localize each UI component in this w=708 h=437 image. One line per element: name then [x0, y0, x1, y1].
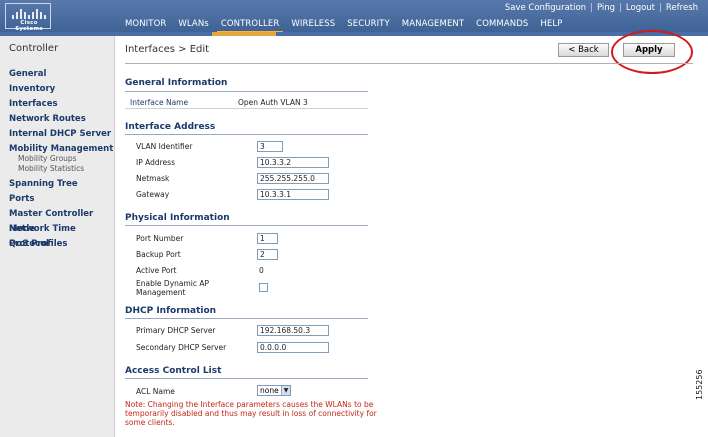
- save-configuration-link[interactable]: Save Configuration: [505, 3, 586, 13]
- nav-wlans[interactable]: WLANs: [178, 19, 208, 29]
- sidebar-subitem-mobility-groups[interactable]: Mobility Groups: [9, 154, 114, 164]
- nav-help[interactable]: HELP: [540, 19, 562, 29]
- sidebar-item-internal-dhcp-server[interactable]: Internal DHCP Server: [9, 127, 114, 142]
- divider: |: [590, 3, 593, 13]
- ip-address-field[interactable]: 10.3.3.2: [257, 157, 329, 168]
- acl-name-label: ACL Name: [136, 387, 175, 396]
- section-divider: [125, 378, 368, 379]
- nav-controller[interactable]: CONTROLLER: [216, 19, 283, 33]
- nav-monitor[interactable]: MONITOR: [125, 19, 166, 29]
- gateway-field[interactable]: 10.3.3.1: [257, 189, 329, 200]
- dynamic-ap-label-line2: Management: [136, 288, 186, 297]
- apply-highlight-circle: [611, 30, 693, 74]
- sidebar-item-inventory[interactable]: Inventory: [9, 82, 114, 97]
- section-divider: [125, 91, 368, 92]
- interface-name-label: Interface Name: [130, 98, 189, 107]
- back-button[interactable]: < Back: [558, 43, 609, 57]
- cisco-logo: Cisco Systems: [5, 3, 51, 32]
- acl-name-select[interactable]: none ▼: [257, 385, 291, 396]
- sidebar-item-interfaces[interactable]: Interfaces: [9, 97, 114, 112]
- netmask-label: Netmask: [136, 174, 170, 183]
- ip-address-label: IP Address: [136, 158, 175, 167]
- primary-dhcp-field[interactable]: 192.168.50.3: [257, 325, 329, 336]
- sidebar-item-ports[interactable]: Ports: [9, 192, 114, 207]
- section-divider: [125, 318, 368, 319]
- section-title-address: Interface Address: [125, 122, 216, 132]
- section-title-acl: Access Control List: [125, 366, 222, 376]
- sidebar-menu: General Inventory Interfaces Network Rou…: [9, 67, 114, 252]
- main-nav: MONITOR WLANs CONTROLLER WIRELESS SECURI…: [125, 19, 562, 33]
- row-divider: [125, 108, 368, 109]
- vlan-identifier-field[interactable]: 3: [257, 141, 283, 152]
- sidebar-item-master-controller-mode[interactable]: Master Controller Mode: [9, 207, 114, 234]
- secondary-dhcp-field[interactable]: 0.0.0.0: [257, 342, 329, 353]
- dynamic-ap-checkbox[interactable]: [259, 283, 268, 292]
- refresh-link[interactable]: Refresh: [666, 3, 698, 13]
- vlan-identifier-label: VLAN Identifier: [136, 142, 193, 151]
- nav-management[interactable]: MANAGEMENT: [402, 19, 464, 29]
- figure-id: 155256: [695, 369, 704, 400]
- primary-dhcp-label: Primary DHCP Server: [136, 326, 216, 335]
- interface-name-value: Open Auth VLAN 3: [238, 98, 308, 107]
- sidebar-item-network-time-protocol[interactable]: Network Time Protocol: [9, 222, 114, 249]
- active-port-value: 0: [259, 266, 264, 275]
- dynamic-ap-label-line1: Enable Dynamic AP: [136, 279, 210, 288]
- section-title-dhcp: DHCP Information: [125, 306, 217, 316]
- ping-link[interactable]: Ping: [597, 3, 615, 13]
- section-title-physical: Physical Information: [125, 213, 230, 223]
- page-title: Interfaces > Edit: [125, 44, 210, 55]
- top-links: Save Configuration | Ping | Logout | Ref…: [505, 3, 698, 13]
- section-divider: [125, 225, 368, 226]
- acl-name-value: none: [260, 386, 279, 395]
- section-divider: [125, 134, 368, 135]
- gateway-label: Gateway: [136, 190, 170, 199]
- warning-note: Note: Changing the Interface parameters …: [125, 400, 377, 427]
- backup-port-field[interactable]: 2: [257, 249, 278, 260]
- port-number-field[interactable]: 1: [257, 233, 278, 244]
- divider: |: [659, 3, 662, 13]
- backup-port-label: Backup Port: [136, 250, 181, 259]
- title-divider: [125, 63, 693, 64]
- sidebar-item-spanning-tree[interactable]: Spanning Tree: [9, 177, 114, 192]
- divider: |: [619, 3, 622, 13]
- sidebar: Controller General Inventory Interfaces …: [0, 36, 115, 437]
- sidebar-item-mobility-management[interactable]: Mobility Management: [9, 142, 114, 154]
- port-number-label: Port Number: [136, 234, 184, 243]
- netmask-field[interactable]: 255.255.255.0: [257, 173, 329, 184]
- top-header: Cisco Systems Save Configuration | Ping …: [0, 0, 708, 33]
- sidebar-item-network-routes[interactable]: Network Routes: [9, 112, 114, 127]
- active-port-label: Active Port: [136, 266, 177, 275]
- sidebar-item-general[interactable]: General: [9, 67, 114, 82]
- sidebar-title: Controller: [9, 43, 59, 54]
- logo-text: Cisco Systems: [15, 20, 43, 32]
- logout-link[interactable]: Logout: [626, 3, 655, 13]
- nav-wireless[interactable]: WIRELESS: [291, 19, 335, 29]
- nav-commands[interactable]: COMMANDS: [476, 19, 528, 29]
- secondary-dhcp-label: Secondary DHCP Server: [136, 343, 227, 352]
- nav-security[interactable]: SECURITY: [347, 19, 390, 29]
- sidebar-subitem-mobility-statistics[interactable]: Mobility Statistics: [9, 164, 114, 174]
- sidebar-item-qos-profiles[interactable]: QoS Profiles: [9, 237, 114, 252]
- cisco-bars-icon: [12, 8, 46, 19]
- chevron-down-icon[interactable]: ▼: [281, 386, 290, 395]
- section-title-general: General Information: [125, 78, 228, 88]
